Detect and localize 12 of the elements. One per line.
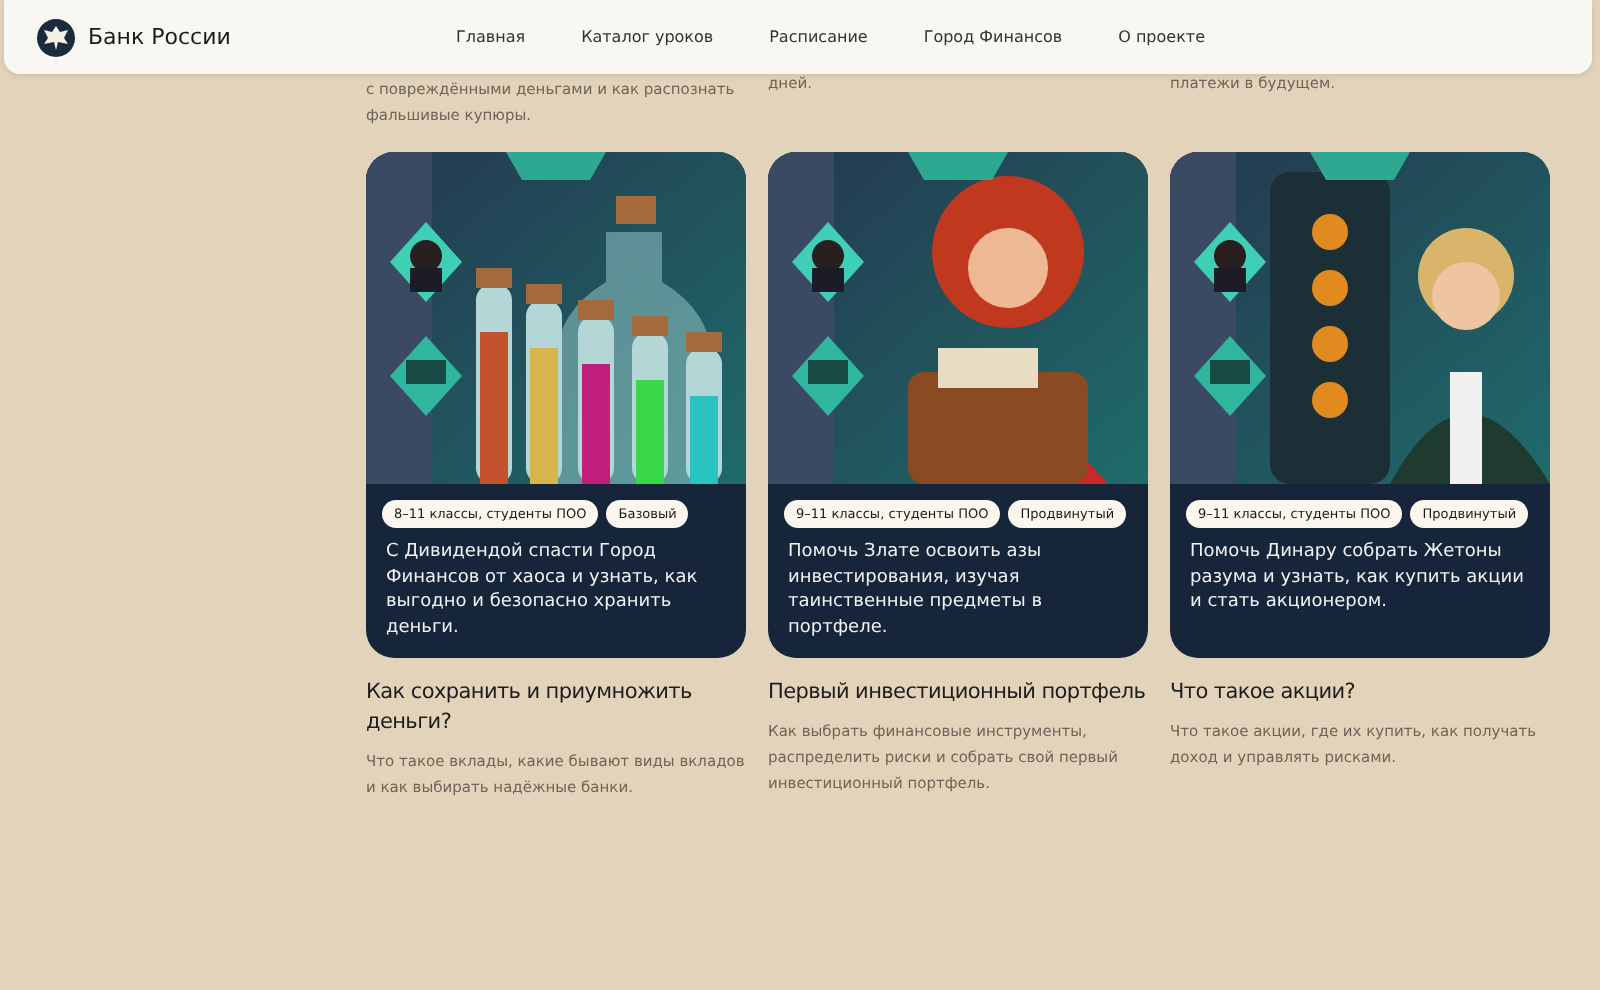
- logo-text[interactable]: Банк России: [88, 24, 231, 50]
- lesson-title[interactable]: Что такое акции?: [1170, 678, 1550, 708]
- nav-link[interactable]: Каталог уроков: [581, 28, 714, 46]
- lesson-title[interactable]: Первый инвестиционный портфель: [768, 678, 1148, 708]
- nav-link[interactable]: Расписание: [769, 28, 868, 46]
- card-text: Помочь Динару собрать Жетоны разума и узнать, как купить акции и стать акционером.: [1190, 540, 1526, 615]
- nav-link[interactable]: Главная: [456, 28, 526, 46]
- nav-link[interactable]: О проекте: [1118, 28, 1205, 46]
- nav-link[interactable]: Город Финансов: [923, 28, 1063, 46]
- card-text: С Дивидендой спасти Город Финансов от хаоса и узнать, как выгодно и безопасно хранить деньги.: [386, 540, 700, 640]
- card-text: Помочь Злате освоить азы инвестирования, изучая таинственные предметы в портфеле.: [788, 540, 1044, 640]
- lesson-title[interactable]: Как сохранить и приумножить деньги?: [366, 678, 746, 738]
